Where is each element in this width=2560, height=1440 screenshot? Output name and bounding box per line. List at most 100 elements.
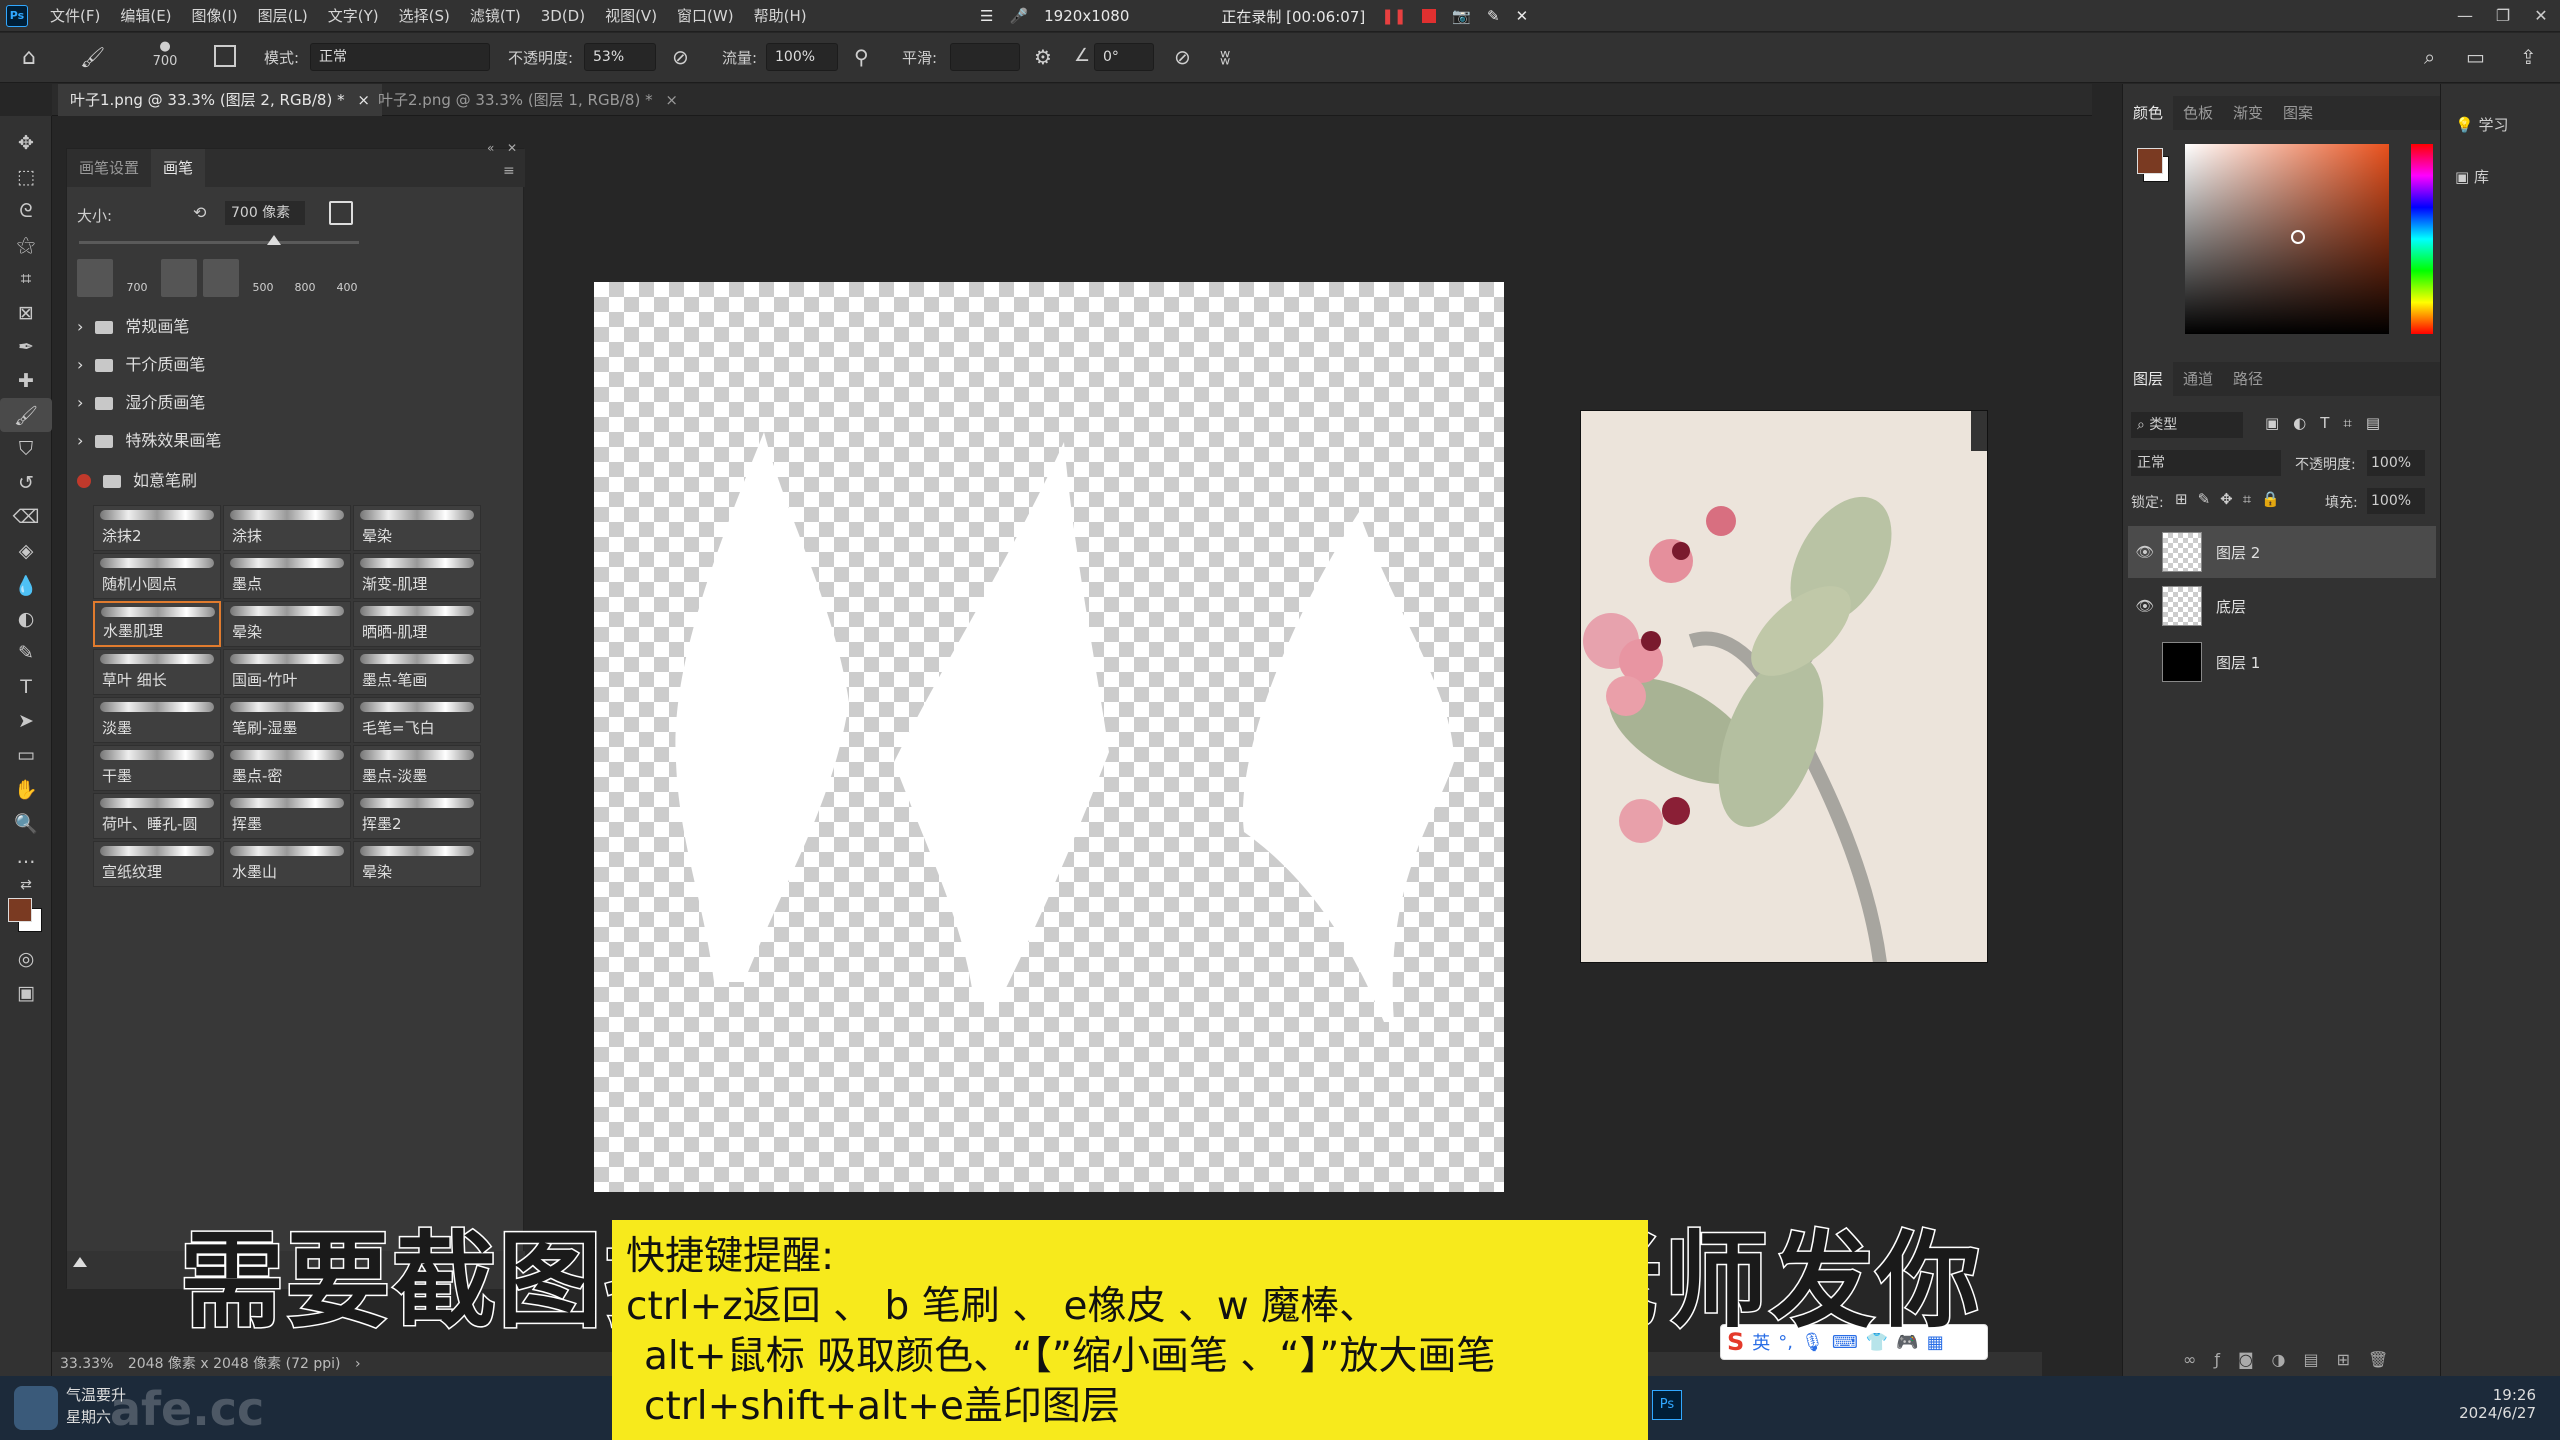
- brush-settings-toggle-icon[interactable]: [214, 45, 236, 67]
- quick-mask-icon[interactable]: ◎: [0, 942, 52, 976]
- recent-brush[interactable]: 800: [287, 259, 323, 297]
- brush-tool-icon[interactable]: 🖌: [0, 398, 52, 432]
- menu-type[interactable]: 文字(Y): [318, 0, 389, 32]
- layer-row-1[interactable]: 图层 1: [2128, 636, 2436, 688]
- type-tool-icon[interactable]: T: [0, 670, 52, 704]
- tab-brushes[interactable]: 画笔: [151, 149, 206, 187]
- healing-tool-icon[interactable]: ✚: [0, 364, 52, 398]
- home-icon[interactable]: ⌂: [22, 45, 36, 70]
- paint-bucket-tool-icon[interactable]: ◈: [0, 534, 52, 568]
- color-swatches[interactable]: [0, 896, 51, 942]
- pen-tool-icon[interactable]: ✎: [0, 636, 52, 670]
- tab-brush-settings[interactable]: 画笔设置: [67, 149, 151, 187]
- swap-colors-icon[interactable]: ⇄: [0, 874, 52, 896]
- photoshop-app-icon[interactable]: Ps: [6, 5, 28, 27]
- brush-preset[interactable]: 干墨: [93, 745, 221, 791]
- layer-row-base[interactable]: 👁 底层: [2128, 580, 2436, 632]
- collapse-icon[interactable]: «: [487, 141, 494, 155]
- folder-wet-media-brushes[interactable]: › 湿介质画笔: [77, 385, 507, 421]
- brush-preset[interactable]: 宣纸纹理: [93, 841, 221, 887]
- tab-layers[interactable]: 图层: [2123, 362, 2174, 396]
- brush-preset[interactable]: 墨点-笔画: [353, 649, 481, 695]
- foreground-swatch[interactable]: [2137, 148, 2163, 174]
- recent-brush[interactable]: 700: [119, 259, 155, 297]
- foreground-color-swatch[interactable]: [8, 898, 32, 922]
- tab-leaf1[interactable]: 叶子1.png @ 33.3% (图层 2, RGB/8) * ×: [58, 84, 382, 116]
- brush-preset[interactable]: 淡墨: [93, 697, 221, 743]
- path-selection-tool-icon[interactable]: ➤: [0, 704, 52, 738]
- lock-icons[interactable]: ⊞✎✥⌗🔒: [2175, 490, 2290, 508]
- photoshop-taskbar-icon[interactable]: Ps: [1652, 1390, 1682, 1420]
- tab-paths[interactable]: 路径: [2223, 362, 2273, 396]
- brush-tool-icon[interactable]: 🖌: [80, 45, 105, 69]
- document-canvas[interactable]: [594, 282, 1504, 1192]
- fill-input[interactable]: 100%: [2367, 488, 2425, 514]
- size-input[interactable]: 700 像素: [225, 201, 305, 225]
- folder-ruyi-brushes[interactable]: 如意笔刷: [77, 463, 507, 499]
- brush-preset[interactable]: 晒晒-肌理: [353, 601, 481, 647]
- size-slider[interactable]: [79, 241, 359, 244]
- preview-slider-handle[interactable]: [73, 1257, 87, 1267]
- crop-tool-icon[interactable]: ⌗: [0, 262, 52, 296]
- visibility-eye-icon[interactable]: 👁: [2128, 597, 2162, 615]
- brush-preset[interactable]: 挥墨2: [353, 793, 481, 839]
- layer-opacity-input[interactable]: 100%: [2367, 450, 2425, 476]
- pen-icon[interactable]: ✎: [1487, 7, 1500, 25]
- visibility-eye-icon[interactable]: 👁: [2128, 543, 2162, 561]
- folder-special-effects-brushes[interactable]: › 特殊效果画笔: [77, 423, 507, 459]
- zoom-level[interactable]: 33.33%: [60, 1356, 113, 1372]
- rectangle-tool-icon[interactable]: ▭: [0, 738, 52, 772]
- share-icon[interactable]: ⇪: [2520, 45, 2537, 69]
- symmetry-icon[interactable]: ʬ: [1220, 45, 1230, 69]
- magic-wand-tool-icon[interactable]: ⚝: [0, 228, 52, 262]
- clock[interactable]: 19:26 2024/6/27: [2459, 1386, 2536, 1422]
- menu-filter[interactable]: 滤镜(T): [460, 0, 531, 32]
- tab-gradients[interactable]: 渐变: [2223, 96, 2273, 130]
- angle-input[interactable]: 0°: [1094, 43, 1154, 71]
- frame-tool-icon[interactable]: ⊠: [0, 296, 52, 330]
- brush-preset[interactable]: 墨点-淡墨: [353, 745, 481, 791]
- brush-preset[interactable]: 草叶 细长: [93, 649, 221, 695]
- chevron-right-icon[interactable]: ›: [355, 1356, 361, 1372]
- recorder-menu-icon[interactable]: ☰: [980, 7, 993, 25]
- lasso-tool-icon[interactable]: ᘓ: [0, 194, 52, 228]
- menu-help[interactable]: 帮助(H): [744, 0, 817, 32]
- tab-close-icon[interactable]: ×: [665, 91, 678, 109]
- menu-view[interactable]: 视图(V): [595, 0, 667, 32]
- close-recorder-icon[interactable]: ✕: [1516, 7, 1529, 25]
- tab-swatches[interactable]: 色板: [2173, 96, 2223, 130]
- brush-preset[interactable]: 荷叶、睡孔-圆: [93, 793, 221, 839]
- weather-icon[interactable]: [14, 1386, 58, 1430]
- reset-size-icon[interactable]: ⟲: [193, 203, 206, 222]
- menu-3d[interactable]: 3D(D): [531, 0, 595, 32]
- menu-edit[interactable]: 编辑(E): [110, 0, 181, 32]
- panel-close-icon[interactable]: ✕: [507, 141, 517, 155]
- edit-brush-icon[interactable]: [329, 201, 353, 225]
- brush-preset[interactable]: 水墨肌理: [93, 601, 221, 647]
- recent-brush[interactable]: 400: [329, 259, 365, 297]
- menu-select[interactable]: 选择(S): [389, 0, 460, 32]
- brush-preset[interactable]: 笔刷-湿墨: [223, 697, 351, 743]
- dodge-tool-icon[interactable]: ◐: [0, 602, 52, 636]
- recent-brush-texture[interactable]: [77, 259, 113, 297]
- search-icon[interactable]: ⌕: [2424, 45, 2435, 69]
- close-icon[interactable]: ✕: [2522, 0, 2560, 32]
- brush-preset[interactable]: 渐变-肌理: [353, 553, 481, 599]
- brush-preset[interactable]: 国画-竹叶: [223, 649, 351, 695]
- eraser-tool-icon[interactable]: ⌫: [0, 500, 52, 534]
- brush-preset[interactable]: 随机小圆点: [93, 553, 221, 599]
- menu-file[interactable]: 文件(F): [40, 0, 110, 32]
- minimize-icon[interactable]: —: [2446, 0, 2484, 32]
- marquee-tool-icon[interactable]: ⬚: [0, 160, 52, 194]
- stop-icon[interactable]: [1422, 9, 1437, 23]
- mode-select[interactable]: 正常: [310, 43, 490, 71]
- size-slider-handle[interactable]: [267, 235, 281, 245]
- layer-filter-select[interactable]: ⌕ 类型: [2131, 412, 2243, 438]
- pressure-size-icon[interactable]: ⊘: [1174, 45, 1191, 69]
- folder-dry-media-brushes[interactable]: › 干介质画笔: [77, 347, 507, 383]
- pause-icon[interactable]: ❚❚: [1381, 7, 1406, 25]
- tab-color[interactable]: 颜色: [2123, 96, 2174, 130]
- brush-preset[interactable]: 挥墨: [223, 793, 351, 839]
- smoothing-input[interactable]: [950, 43, 1020, 71]
- menu-image[interactable]: 图像(I): [182, 0, 248, 32]
